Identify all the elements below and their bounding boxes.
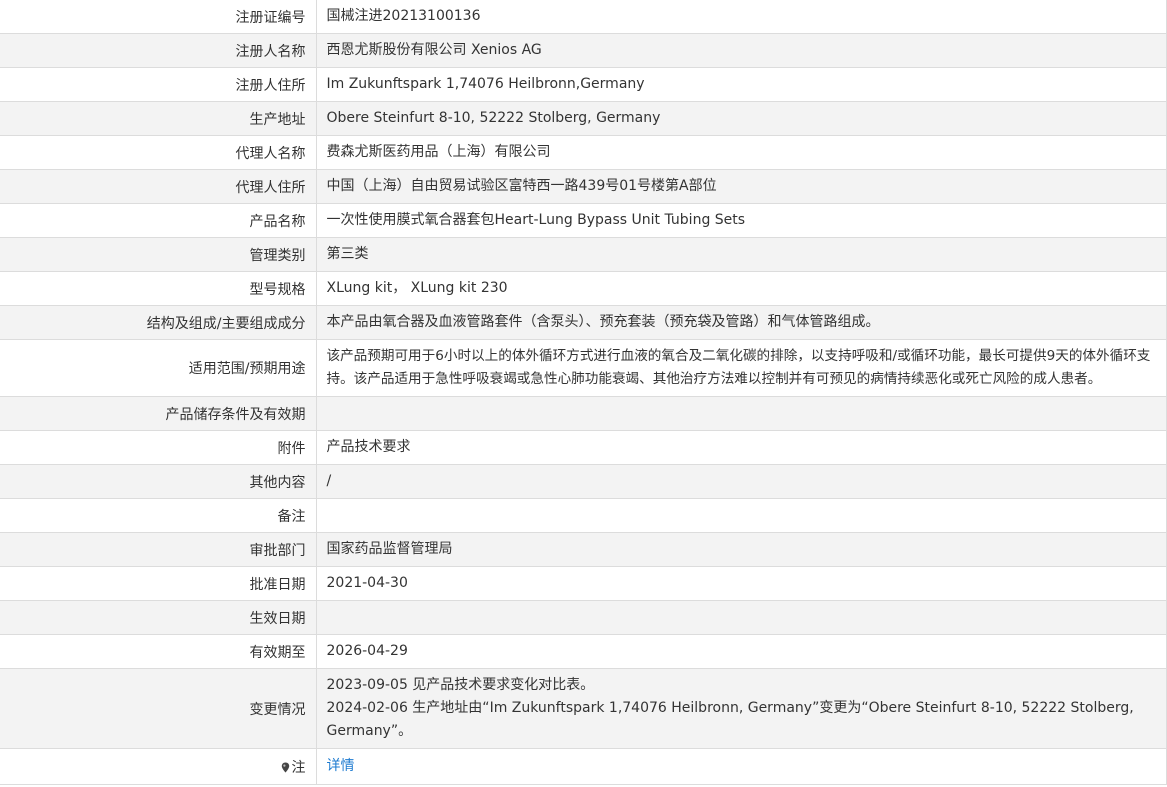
row-value: 西恩尤斯股份有限公司 Xenios AG [316, 33, 1166, 68]
row-value: 第三类 [316, 237, 1166, 272]
row-registrant-name: 注册人名称 西恩尤斯股份有限公司 Xenios AG [0, 33, 1166, 68]
row-label: 管理类别 [0, 237, 317, 272]
row-valid-until: 有效期至 2026-04-29 [0, 634, 1166, 669]
row-label: 生产地址 [0, 101, 317, 136]
row-value: 一次性使用膜式氧合器套包Heart-Lung Bypass Unit Tubin… [316, 203, 1166, 238]
row-label: 代理人住所 [0, 169, 317, 204]
row-management-class: 管理类别 第三类 [0, 237, 1166, 272]
row-label: 有效期至 [0, 634, 317, 669]
row-remarks: 备注 [0, 498, 1166, 533]
row-value: 2026-04-29 [316, 634, 1166, 669]
row-agent-name: 代理人名称 费森尤斯医药用品（上海）有限公司 [0, 135, 1166, 170]
row-value: / [316, 464, 1166, 499]
row-label: 结构及组成/主要组成成分 [0, 305, 317, 340]
row-label: 备注 [0, 498, 317, 533]
row-approval-date: 批准日期 2021-04-30 [0, 566, 1166, 601]
row-change-history: 变更情况 2023-09-05 见产品技术要求变化对比表。 2024-02-06… [0, 668, 1166, 749]
row-label: 型号规格 [0, 271, 317, 306]
registration-table: 注册证编号 国械注进20213100136 注册人名称 西恩尤斯股份有限公司 X… [0, 0, 1166, 785]
row-value: 该产品预期可用于6小时以上的体外循环方式进行血液的氧合及二氧化碳的排除，以支持呼… [316, 339, 1166, 397]
row-effective-date: 生效日期 [0, 600, 1166, 635]
row-value: 2023-09-05 见产品技术要求变化对比表。 2024-02-06 生产地址… [316, 668, 1166, 749]
row-attachment: 附件 产品技术要求 [0, 430, 1166, 465]
map-pin-icon [281, 762, 289, 772]
row-value [316, 498, 1166, 533]
row-value: 国械注进20213100136 [316, 0, 1166, 34]
row-label: 适用范围/预期用途 [0, 339, 317, 397]
row-label: 注册人名称 [0, 33, 317, 68]
row-value: 产品技术要求 [316, 430, 1166, 465]
row-other-content: 其他内容 / [0, 464, 1166, 499]
row-value: 详情 [316, 748, 1166, 785]
row-label: 注册证编号 [0, 0, 317, 34]
row-value [316, 600, 1166, 635]
row-value [316, 396, 1166, 431]
row-approval-department: 审批部门 国家药品监督管理局 [0, 532, 1166, 567]
row-label: 注册人住所 [0, 67, 317, 102]
row-label: 生效日期 [0, 600, 317, 635]
row-structure-composition: 结构及组成/主要组成成分 本产品由氧合器及血液管路套件（含泵头）、预充套装（预充… [0, 305, 1166, 340]
row-intended-use: 适用范围/预期用途 该产品预期可用于6小时以上的体外循环方式进行血液的氧合及二氧… [0, 339, 1166, 397]
row-product-name: 产品名称 一次性使用膜式氧合器套包Heart-Lung Bypass Unit … [0, 203, 1166, 238]
row-note: 注 详情 [0, 748, 1166, 785]
row-label: 变更情况 [0, 668, 317, 749]
row-value: 国家药品监督管理局 [316, 532, 1166, 567]
row-label: 产品储存条件及有效期 [0, 396, 317, 431]
row-value: Obere Steinfurt 8-10, 52222 Stolberg, Ge… [316, 101, 1166, 136]
row-value: 2021-04-30 [316, 566, 1166, 601]
row-label: 代理人名称 [0, 135, 317, 170]
row-label: 附件 [0, 430, 317, 465]
row-value: 本产品由氧合器及血液管路套件（含泵头）、预充套装（预充袋及管路）和气体管路组成。 [316, 305, 1166, 340]
row-storage-conditions: 产品储存条件及有效期 [0, 396, 1166, 431]
row-model-spec: 型号规格 XLung kit， XLung kit 230 [0, 271, 1166, 306]
details-link[interactable]: 详情 [327, 758, 355, 774]
row-production-address: 生产地址 Obere Steinfurt 8-10, 52222 Stolber… [0, 101, 1166, 136]
registration-detail-panel: 注册证编号 国械注进20213100136 注册人名称 西恩尤斯股份有限公司 X… [0, 0, 1167, 785]
row-registrant-address: 注册人住所 Im Zukunftspark 1,74076 Heilbronn,… [0, 67, 1166, 102]
change-entry: 2024-02-06 生产地址由“Im Zukunftspark 1,74076… [326, 700, 1134, 739]
note-label: 注 [291, 759, 306, 776]
row-label: 注 [0, 748, 317, 785]
row-value: Im Zukunftspark 1,74076 Heilbronn,German… [316, 67, 1166, 102]
row-label: 产品名称 [0, 203, 317, 238]
row-label: 审批部门 [0, 532, 317, 567]
row-value: 费森尤斯医药用品（上海）有限公司 [316, 135, 1166, 170]
row-registration-number: 注册证编号 国械注进20213100136 [0, 0, 1166, 34]
row-value: 中国（上海）自由贸易试验区富特西一路439号01号楼第A部位 [316, 169, 1166, 204]
row-label: 其他内容 [0, 464, 317, 499]
change-entry: 2023-09-05 见产品技术要求变化对比表。 [326, 677, 595, 693]
row-label: 批准日期 [0, 566, 317, 601]
row-value: XLung kit， XLung kit 230 [316, 271, 1166, 306]
row-agent-address: 代理人住所 中国（上海）自由贸易试验区富特西一路439号01号楼第A部位 [0, 169, 1166, 204]
